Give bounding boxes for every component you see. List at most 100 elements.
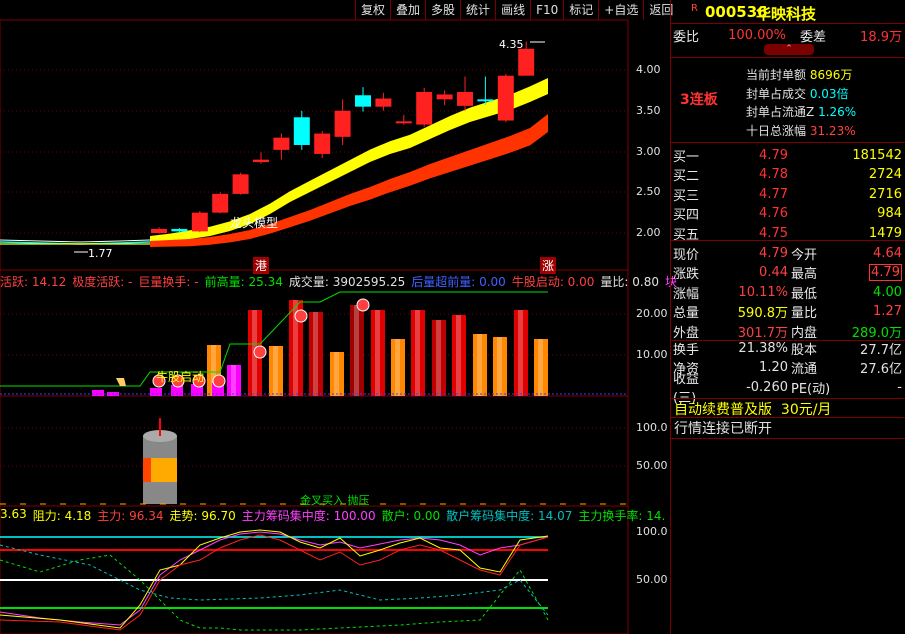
- candle-body: [436, 94, 453, 100]
- weicha-label: 委差: [799, 29, 826, 45]
- signal-dot: [212, 374, 226, 388]
- signal-dot: [356, 298, 370, 312]
- indicator3-header: 3.63 阻力: 4.18 主力: 96.34 走势: 96.70 主力筹码集中度: 1…: [0, 507, 665, 524]
- volume-bar-shine: [231, 365, 236, 396]
- promo-label[interactable]: 自动续费普及版 30元/月: [674, 399, 831, 419]
- low-price-label: 1.77: [88, 247, 113, 260]
- bid-price: 4.77: [759, 186, 788, 202]
- stat-value: 1.27: [873, 304, 902, 319]
- price-axis-label: 2.50: [636, 185, 661, 199]
- bid-label: 买四: [673, 208, 700, 223]
- limit-up-tag: 3连板: [680, 92, 718, 108]
- retail-line: [0, 554, 549, 631]
- seal-key: 封单占成交: [746, 86, 807, 101]
- seal-key: 当前封单额: [746, 68, 807, 82]
- promo-text: 自动续费普及版: [674, 402, 772, 418]
- seal-row: 封单占成交 0.03倍: [746, 85, 856, 104]
- ind1-axis-label: 10.00: [636, 348, 668, 361]
- candle-body: [355, 95, 371, 107]
- volume-bar-shine: [375, 310, 380, 396]
- bid-volume: 2724: [868, 167, 902, 182]
- price-axis-label: 3.50: [636, 103, 661, 117]
- rocket-band: [143, 458, 151, 482]
- volume-bar-shine: [497, 337, 502, 396]
- bid-label: 买二: [673, 169, 700, 184]
- indicator-value: 走势: 96.70: [169, 509, 236, 523]
- bid-price: 4.75: [759, 225, 788, 241]
- stat-value: 4.79: [759, 245, 788, 261]
- volume-bar-shine: [518, 310, 523, 396]
- ind2-axis-label: 100.0: [636, 421, 668, 434]
- candle-body: [212, 193, 229, 213]
- stat-value: 21.38%: [738, 340, 788, 356]
- bid-volume: 181542: [852, 147, 902, 163]
- candle-body: [395, 121, 412, 124]
- seal-value: 31.23%: [809, 123, 856, 138]
- candle-body: [518, 48, 535, 76]
- volume-bar-shine: [334, 352, 339, 396]
- stat-value: 590.8万: [737, 306, 788, 321]
- pre-price-line: [0, 239, 151, 243]
- ind3-axis-label: 100.0: [636, 525, 668, 538]
- candle-body: [457, 92, 473, 106]
- small-volume-bar: [150, 388, 162, 396]
- ind1-axis-label: 20.00: [636, 307, 668, 320]
- bid-volume: 1479: [868, 225, 902, 241]
- stat-key: 现价: [673, 247, 700, 263]
- bull-start-annotation: 牛股启动: [156, 370, 205, 384]
- candle-body: [151, 228, 167, 233]
- candle-body: [497, 75, 514, 121]
- volume-bar-shine: [313, 312, 318, 396]
- bid-price: 4.78: [759, 167, 788, 182]
- volume-bar-shine: [477, 334, 482, 396]
- indicator-value: 阻力: 4.18: [32, 509, 92, 523]
- volume-bar-shine: [538, 339, 543, 396]
- volume-bar-shine: [415, 310, 420, 396]
- stat-value: 10.11%: [738, 284, 788, 300]
- volume-bar-shine: [456, 315, 461, 396]
- stat-value: 27.6亿: [860, 362, 902, 377]
- indicator-value: 巨量换手: -: [138, 275, 199, 289]
- indicator-value: 主力换手率: 14.: [578, 509, 666, 523]
- candle-body: [477, 99, 494, 102]
- indicator-value: 散户: 0.00: [381, 509, 441, 523]
- indicator1-header: 活跃: 14.12 极度活跃: - 巨量换手: - 前高量: 25.34 成交量: 39…: [0, 273, 677, 290]
- candle-body: [416, 92, 433, 125]
- volume-bar-shine: [395, 339, 400, 396]
- stat-value: 4.79: [869, 264, 902, 281]
- stat-key: PE(动): [791, 381, 831, 397]
- volume-bar-shine: [436, 320, 441, 396]
- price-axis-label: 2.00: [636, 226, 661, 239]
- stat-key: 涨跌: [673, 267, 700, 282]
- bid-volume: 984: [877, 206, 902, 221]
- seal-value: 0.03倍: [809, 86, 849, 101]
- candle-body: [253, 159, 269, 163]
- candle-body: [314, 133, 331, 154]
- bid-label: 买一: [673, 149, 700, 165]
- candle-body: [334, 110, 351, 137]
- flag-limit-up: 涨: [540, 257, 557, 274]
- weibi-row: 委比 100.00% 委差 18.9万: [670, 24, 905, 46]
- ind3-axis-label: 50.00: [636, 573, 668, 586]
- stat-row: 收益(三) -0.260 PE(动) -: [670, 372, 905, 406]
- promo-price: 30元/月: [780, 402, 832, 418]
- connection-status: 行情连接已断开: [674, 421, 772, 437]
- bid-volume: 2716: [868, 186, 902, 202]
- collapse-chevron-icon[interactable]: ⌃: [764, 44, 814, 55]
- price-axis-label: 3.00: [636, 144, 661, 158]
- indicator-value: 牛股启动: 0.00: [511, 275, 595, 289]
- weibi-label: 委比: [673, 29, 700, 45]
- stat-key: 换手: [673, 342, 700, 358]
- volume-bar-shine: [354, 305, 359, 396]
- ma-band-yellow: [150, 78, 548, 244]
- candle-body: [191, 212, 208, 232]
- stat-key: 最高: [791, 267, 818, 282]
- seal-value: 1.26%: [818, 105, 857, 119]
- bid-price: 4.76: [759, 206, 788, 221]
- pattern-annotation: 龙头模型: [230, 216, 279, 230]
- hand-cursor-icon: [116, 378, 126, 386]
- candle-body: [375, 98, 392, 107]
- panel-frame: [0, 395, 629, 507]
- price-axis-label: 4.00: [636, 63, 661, 76]
- ind2-axis-label: 50.00: [636, 459, 668, 472]
